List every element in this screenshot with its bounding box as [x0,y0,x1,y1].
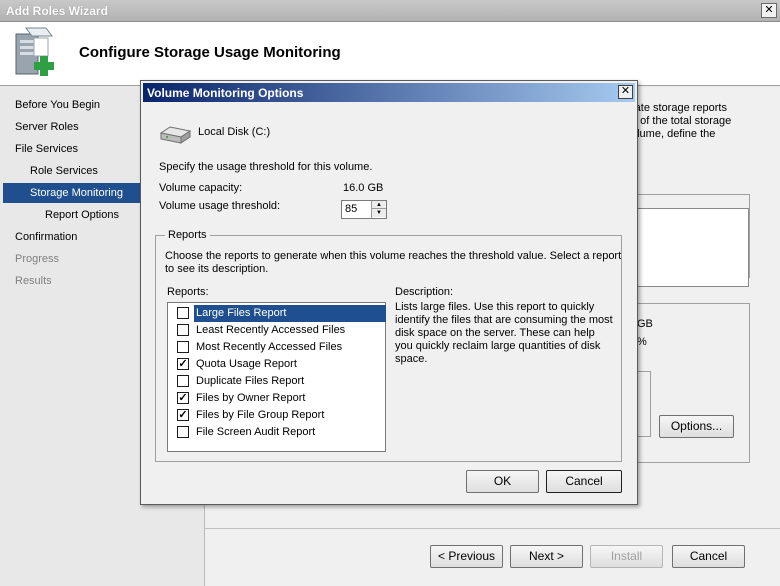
dialog-title: Volume Monitoring Options [147,86,304,100]
volume-capacity-fragment: GB [637,318,653,330]
volume-name: Local Disk (C:) [198,126,271,138]
report-item-large-files[interactable]: Large Files Report [170,305,386,322]
report-checkbox[interactable]: ✓ [177,409,189,421]
dialog-close-button[interactable]: ✕ [618,85,633,99]
spinner-down-arrow-icon[interactable]: ▼ [372,209,386,217]
cancel-button[interactable]: Cancel [672,545,745,568]
nav-item-role-services[interactable]: Role Services [30,161,98,181]
reports-list-label: Reports: [167,286,209,298]
options-button[interactable]: Options... [659,415,734,438]
install-button: Install [590,545,663,568]
description-label: Description: [395,286,454,298]
threshold-label: Volume usage threshold: [159,200,281,212]
report-item-label: Quota Usage Report [196,358,297,370]
report-checkbox[interactable] [177,426,189,438]
nav-item-before-you-begin[interactable]: Before You Begin [15,95,100,115]
spinner-buttons: ▲ ▼ [371,201,386,218]
report-item-label: Files by Owner Report [196,392,306,404]
report-item-label: Most Recently Accessed Files [196,341,343,353]
report-item-most-recently-accessed[interactable]: Most Recently Accessed Files [170,339,384,356]
wizard-page-title: Configure Storage Usage Monitoring [79,44,341,61]
report-item-label: Duplicate Files Report [196,375,305,387]
volume-percent-fragment: % [637,336,647,348]
threshold-instruction: Specify the usage threshold for this vol… [159,161,373,173]
report-checkbox[interactable] [177,375,189,387]
report-item-label: Least Recently Accessed Files [196,324,346,336]
report-description: Lists large files. Use this report to qu… [395,301,613,365]
reports-instruction-line-1: Choose the reports to generate when this… [165,250,622,262]
report-checkbox[interactable]: ✓ [177,392,189,404]
capacity-label: Volume capacity: [159,182,243,194]
threshold-value[interactable]: 85 [345,203,357,215]
intro-text-line-1: rate storage reports [631,102,727,114]
report-item-label: Large Files Report [194,305,386,322]
wizard-title-bar: Add Roles Wizard ✕ [0,0,780,22]
hard-disk-icon [159,126,192,144]
report-item-label: Files by File Group Report [196,409,325,421]
spinner-up-arrow-icon[interactable]: ▲ [372,201,386,209]
report-item-duplicate-files[interactable]: Duplicate Files Report [170,373,384,390]
nav-item-results: Results [15,275,52,287]
dialog-title-bar: Volume Monitoring Options ✕ [143,83,635,102]
intro-text-line-3: olume, define the [631,128,716,140]
nav-item-server-roles[interactable]: Server Roles [15,117,79,137]
nav-item-confirmation[interactable]: Confirmation [15,227,77,247]
nav-item-report-options[interactable]: Report Options [45,205,119,225]
ok-button[interactable]: OK [466,470,539,493]
volume-monitoring-options-dialog: Volume Monitoring Options ✕ Local Disk (… [140,80,638,505]
report-checkbox[interactable] [177,307,189,319]
report-item-files-by-owner[interactable]: ✓ Files by Owner Report [170,390,384,407]
reports-listbox[interactable]: Large Files Report Least Recently Access… [167,302,386,452]
nav-item-progress: Progress [15,253,60,265]
report-item-least-recently-accessed[interactable]: Least Recently Accessed Files [170,322,384,339]
reports-group-label: Reports [165,229,210,241]
nav-item-file-services[interactable]: File Services [15,139,78,159]
threshold-spinner[interactable]: 85 ▲ ▼ [341,200,387,219]
report-item-files-by-file-group[interactable]: ✓ Files by File Group Report [170,407,384,424]
volume-list[interactable] [631,208,749,287]
report-checkbox[interactable]: ✓ [177,358,189,370]
wizard-header: Configure Storage Usage Monitoring [0,22,780,86]
report-item-file-screen-audit[interactable]: File Screen Audit Report [170,424,384,441]
intro-text-line-2: e of the total storage [631,115,732,127]
wizard-footer-divider [204,528,780,529]
capacity-value: 16.0 GB [343,182,384,194]
nav-item-storage-monitoring[interactable]: Storage Monitoring [3,183,142,203]
report-item-label: File Screen Audit Report [196,426,316,438]
wizard-close-button[interactable]: ✕ [761,3,777,18]
server-add-icon [15,27,54,76]
report-checkbox[interactable] [177,341,189,353]
previous-button[interactable]: < Previous [430,545,503,568]
report-checkbox[interactable] [177,324,189,336]
report-item-quota-usage[interactable]: ✓ Quota Usage Report [170,356,384,373]
wizard-title: Add Roles Wizard [6,4,108,18]
next-button[interactable]: Next > [510,545,583,568]
dialog-cancel-button[interactable]: Cancel [546,470,622,493]
reports-instruction-line-2: to see its description. [165,263,269,275]
